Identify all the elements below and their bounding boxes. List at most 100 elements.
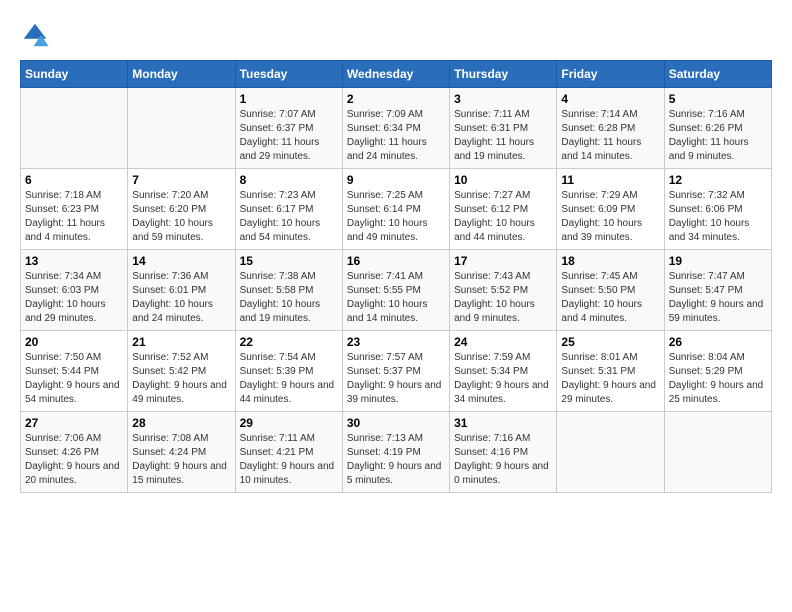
header-wednesday: Wednesday <box>342 61 449 88</box>
day-info: Sunrise: 7:25 AM Sunset: 6:14 PM Dayligh… <box>347 189 445 245</box>
day-info: Sunrise: 7:54 AM Sunset: 5:39 PM Dayligh… <box>240 351 338 407</box>
calendar-cell: 2 Sunrise: 7:09 AM Sunset: 6:34 PM Daylig… <box>342 88 449 169</box>
day-info: Sunrise: 7:50 AM Sunset: 5:44 PM Dayligh… <box>25 351 123 407</box>
day-number: 12 <box>669 173 767 187</box>
header-friday: Friday <box>557 61 664 88</box>
page-header <box>20 20 772 50</box>
header-tuesday: Tuesday <box>235 61 342 88</box>
day-number: 2 <box>347 92 445 106</box>
calendar-cell: 12 Sunrise: 7:32 AM Sunset: 6:06 PM Dayli… <box>664 169 771 250</box>
day-number: 17 <box>454 254 552 268</box>
day-number: 4 <box>561 92 659 106</box>
day-info: Sunrise: 7:08 AM Sunset: 4:24 PM Dayligh… <box>132 432 230 488</box>
calendar-cell: 1 Sunrise: 7:07 AM Sunset: 6:37 PM Daylig… <box>235 88 342 169</box>
calendar-cell: 10 Sunrise: 7:27 AM Sunset: 6:12 PM Dayli… <box>450 169 557 250</box>
calendar-table: SundayMondayTuesdayWednesdayThursdayFrid… <box>20 60 772 493</box>
day-info: Sunrise: 7:36 AM Sunset: 6:01 PM Dayligh… <box>132 270 230 326</box>
calendar-cell: 22 Sunrise: 7:54 AM Sunset: 5:39 PM Dayli… <box>235 331 342 412</box>
calendar-week-5: 27 Sunrise: 7:06 AM Sunset: 4:26 PM Dayli… <box>21 412 772 493</box>
calendar-cell: 3 Sunrise: 7:11 AM Sunset: 6:31 PM Daylig… <box>450 88 557 169</box>
day-info: Sunrise: 7:41 AM Sunset: 5:55 PM Dayligh… <box>347 270 445 326</box>
day-info: Sunrise: 7:47 AM Sunset: 5:47 PM Dayligh… <box>669 270 767 326</box>
calendar-week-1: 1 Sunrise: 7:07 AM Sunset: 6:37 PM Daylig… <box>21 88 772 169</box>
calendar-week-4: 20 Sunrise: 7:50 AM Sunset: 5:44 PM Dayli… <box>21 331 772 412</box>
logo <box>20 20 54 50</box>
header-monday: Monday <box>128 61 235 88</box>
calendar-cell: 23Sunrise: 7:57 AM Sunset: 5:37 PM Dayli… <box>342 331 449 412</box>
calendar-cell: 8Sunrise: 7:23 AM Sunset: 6:17 PM Daylig… <box>235 169 342 250</box>
day-number: 21 <box>132 335 230 349</box>
calendar-cell: 26Sunrise: 8:04 AM Sunset: 5:29 PM Dayli… <box>664 331 771 412</box>
day-info: Sunrise: 7:45 AM Sunset: 5:50 PM Dayligh… <box>561 270 659 326</box>
day-info: Sunrise: 7:13 AM Sunset: 4:19 PM Dayligh… <box>347 432 445 488</box>
calendar-cell: 16 Sunrise: 7:41 AM Sunset: 5:55 PM Dayli… <box>342 250 449 331</box>
day-info: Sunrise: 7:16 AM Sunset: 4:16 PM Dayligh… <box>454 432 552 488</box>
day-info: Sunrise: 7:20 AM Sunset: 6:20 PM Dayligh… <box>132 189 230 245</box>
logo-icon <box>20 20 50 50</box>
day-number: 24 <box>454 335 552 349</box>
day-number: 27 <box>25 416 123 430</box>
day-info: Sunrise: 7:32 AM Sunset: 6:06 PM Dayligh… <box>669 189 767 245</box>
day-info: Sunrise: 7:57 AM Sunset: 5:37 PM Dayligh… <box>347 351 445 407</box>
calendar-cell: 18 Sunrise: 7:45 AM Sunset: 5:50 PM Dayli… <box>557 250 664 331</box>
calendar-cell: 28 Sunrise: 7:08 AM Sunset: 4:24 PM Dayli… <box>128 412 235 493</box>
day-info: Sunrise: 7:07 AM Sunset: 6:37 PM Dayligh… <box>240 108 338 164</box>
day-info: Sunrise: 7:59 AM Sunset: 5:34 PM Dayligh… <box>454 351 552 407</box>
day-number: 30 <box>347 416 445 430</box>
day-info: Sunrise: 7:11 AM Sunset: 6:31 PM Dayligh… <box>454 108 552 164</box>
calendar-cell <box>21 88 128 169</box>
calendar-cell: 20 Sunrise: 7:50 AM Sunset: 5:44 PM Dayli… <box>21 331 128 412</box>
day-info: Sunrise: 8:01 AM Sunset: 5:31 PM Dayligh… <box>561 351 659 407</box>
calendar-cell <box>128 88 235 169</box>
day-info: Sunrise: 7:16 AM Sunset: 6:26 PM Dayligh… <box>669 108 767 164</box>
day-number: 18 <box>561 254 659 268</box>
calendar-cell: 13Sunrise: 7:34 AM Sunset: 6:03 PM Dayli… <box>21 250 128 331</box>
calendar-cell <box>664 412 771 493</box>
calendar-week-3: 13Sunrise: 7:34 AM Sunset: 6:03 PM Dayli… <box>21 250 772 331</box>
calendar-cell: 9 Sunrise: 7:25 AM Sunset: 6:14 PM Daylig… <box>342 169 449 250</box>
day-info: Sunrise: 7:29 AM Sunset: 6:09 PM Dayligh… <box>561 189 659 245</box>
day-info: Sunrise: 7:38 AM Sunset: 5:58 PM Dayligh… <box>240 270 338 326</box>
day-number: 31 <box>454 416 552 430</box>
calendar-cell: 5 Sunrise: 7:16 AM Sunset: 6:26 PM Daylig… <box>664 88 771 169</box>
calendar-cell: 14 Sunrise: 7:36 AM Sunset: 6:01 PM Dayli… <box>128 250 235 331</box>
day-number: 1 <box>240 92 338 106</box>
calendar-cell: 25Sunrise: 8:01 AM Sunset: 5:31 PM Dayli… <box>557 331 664 412</box>
day-number: 16 <box>347 254 445 268</box>
day-info: Sunrise: 7:14 AM Sunset: 6:28 PM Dayligh… <box>561 108 659 164</box>
calendar-cell: 27 Sunrise: 7:06 AM Sunset: 4:26 PM Dayli… <box>21 412 128 493</box>
calendar-cell: 17 Sunrise: 7:43 AM Sunset: 5:52 PM Dayli… <box>450 250 557 331</box>
header-saturday: Saturday <box>664 61 771 88</box>
day-info: Sunrise: 7:09 AM Sunset: 6:34 PM Dayligh… <box>347 108 445 164</box>
day-number: 7 <box>132 173 230 187</box>
day-info: Sunrise: 7:43 AM Sunset: 5:52 PM Dayligh… <box>454 270 552 326</box>
day-info: Sunrise: 7:23 AM Sunset: 6:17 PM Dayligh… <box>240 189 338 245</box>
day-number: 28 <box>132 416 230 430</box>
day-number: 10 <box>454 173 552 187</box>
day-number: 14 <box>132 254 230 268</box>
day-number: 5 <box>669 92 767 106</box>
day-number: 15 <box>240 254 338 268</box>
calendar-cell: 15 Sunrise: 7:38 AM Sunset: 5:58 PM Dayli… <box>235 250 342 331</box>
day-number: 26 <box>669 335 767 349</box>
day-number: 19 <box>669 254 767 268</box>
calendar-cell: 21 Sunrise: 7:52 AM Sunset: 5:42 PM Dayli… <box>128 331 235 412</box>
day-number: 9 <box>347 173 445 187</box>
calendar-cell: 30 Sunrise: 7:13 AM Sunset: 4:19 PM Dayli… <box>342 412 449 493</box>
day-info: Sunrise: 7:27 AM Sunset: 6:12 PM Dayligh… <box>454 189 552 245</box>
day-info: Sunrise: 7:11 AM Sunset: 4:21 PM Dayligh… <box>240 432 338 488</box>
calendar-cell: 29 Sunrise: 7:11 AM Sunset: 4:21 PM Dayli… <box>235 412 342 493</box>
calendar-week-2: 6Sunrise: 7:18 AM Sunset: 6:23 PM Daylig… <box>21 169 772 250</box>
day-info: Sunrise: 7:52 AM Sunset: 5:42 PM Dayligh… <box>132 351 230 407</box>
day-number: 20 <box>25 335 123 349</box>
calendar-cell: 6Sunrise: 7:18 AM Sunset: 6:23 PM Daylig… <box>21 169 128 250</box>
calendar-cell: 11Sunrise: 7:29 AM Sunset: 6:09 PM Dayli… <box>557 169 664 250</box>
calendar-cell: 19 Sunrise: 7:47 AM Sunset: 5:47 PM Dayli… <box>664 250 771 331</box>
day-info: Sunrise: 7:06 AM Sunset: 4:26 PM Dayligh… <box>25 432 123 488</box>
day-number: 22 <box>240 335 338 349</box>
day-number: 3 <box>454 92 552 106</box>
day-info: Sunrise: 7:18 AM Sunset: 6:23 PM Dayligh… <box>25 189 123 245</box>
calendar-header-row: SundayMondayTuesdayWednesdayThursdayFrid… <box>21 61 772 88</box>
day-info: Sunrise: 7:34 AM Sunset: 6:03 PM Dayligh… <box>25 270 123 326</box>
day-number: 29 <box>240 416 338 430</box>
